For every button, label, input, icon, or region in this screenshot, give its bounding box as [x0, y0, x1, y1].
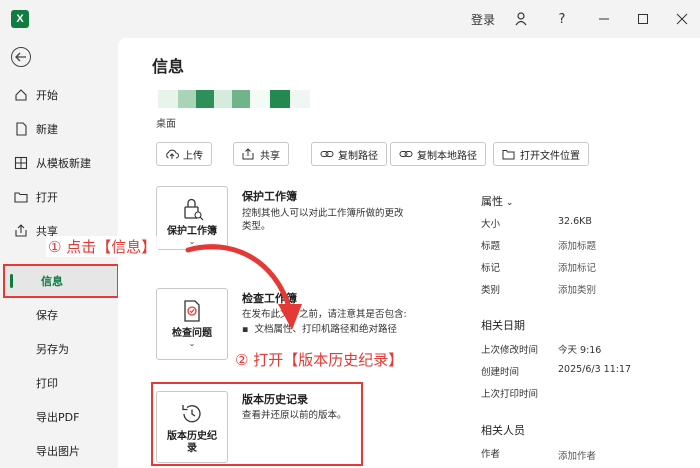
chevron-down-icon: ⌄	[188, 237, 196, 246]
share-icon	[242, 148, 256, 160]
inspect-bullet: ▪ 文档属性、打印机路径和绝对路径	[242, 323, 397, 336]
folder-icon	[502, 148, 516, 160]
file-location: 桌面	[156, 119, 176, 130]
sidebar-item-print[interactable]: 打印	[0, 368, 118, 398]
sidebar-item-label: 导出PDF	[36, 411, 80, 424]
prop-key-title: 标题	[481, 241, 501, 252]
prop-key-category: 类别	[481, 285, 501, 296]
open-file-location-button[interactable]: 打开文件位置	[493, 142, 589, 166]
sidebar-item-export-pdf[interactable]: 导出PDF	[0, 402, 118, 432]
sidebar-item-save[interactable]: 保存	[0, 300, 118, 330]
inspect-bullet-text: 文档属性、打印机路径和绝对路径	[254, 324, 397, 335]
people-value-author[interactable]: 添加作者	[558, 448, 596, 462]
active-indicator	[10, 274, 13, 288]
date-value-created: 2025/6/3 11:17	[558, 364, 632, 375]
date-key-modified: 上次修改时间	[481, 345, 539, 356]
sidebar-item-home[interactable]: 开始	[0, 80, 118, 110]
folder-icon	[14, 190, 28, 204]
prop-key-size: 大小	[481, 219, 501, 230]
sidebar-item-save-as[interactable]: 另存为	[0, 334, 118, 364]
login-button[interactable]: 登录	[471, 11, 495, 28]
back-arrow-icon	[15, 52, 26, 62]
title-bar: X 登录 ?	[0, 0, 700, 38]
properties-title: 属性	[481, 195, 503, 208]
date-key-printed: 上次打印时间	[481, 389, 539, 400]
prop-key-tags: 标记	[481, 263, 501, 274]
annotation-box-version-history	[151, 382, 363, 466]
share-icon	[14, 224, 28, 238]
chevron-down-icon: ⌄	[503, 198, 514, 208]
protect-workbook-button[interactable]: 保护工作簿 ⌄	[156, 186, 228, 250]
sidebar-item-export-image[interactable]: 导出图片	[0, 436, 118, 466]
prop-value-title[interactable]: 添加标题	[558, 238, 596, 252]
protect-title: 保护工作簿	[242, 190, 297, 203]
related-people-title: 相关人员	[481, 424, 525, 437]
open-file-location-label: 打开文件位置	[520, 150, 580, 162]
prop-value-tags[interactable]: 添加标记	[558, 260, 596, 274]
annotation-step2: ② 打开【版本历史纪录】	[233, 349, 406, 370]
sidebar-item-label: 开始	[36, 89, 58, 102]
sidebar-item-label: 信息	[41, 275, 63, 288]
related-dates-title: 相关日期	[481, 319, 525, 332]
properties-dropdown[interactable]: 属性 ⌄	[481, 193, 513, 209]
share-label: 共享	[260, 150, 280, 162]
share-button[interactable]: 共享	[233, 142, 289, 166]
excel-app-icon: X	[11, 10, 29, 28]
inspect-document-icon	[184, 300, 200, 322]
sidebar-item-info[interactable]: 信息	[3, 264, 119, 298]
page-title: 信息	[152, 57, 185, 76]
minimize-button[interactable]	[593, 8, 615, 30]
sidebar-item-label: 打印	[36, 377, 58, 390]
sidebar-item-label: 导出图片	[36, 445, 80, 458]
protect-desc-2: 类型。	[242, 221, 271, 232]
sidebar-item-label: 保存	[36, 309, 58, 322]
date-value-modified: 今天 9:16	[558, 345, 602, 356]
prop-value-size: 32.6KB	[558, 216, 592, 227]
cloud-upload-icon	[165, 148, 179, 160]
template-icon	[14, 156, 28, 170]
inspect-desc: 在发布此文件之前，请注意其是否包含:	[242, 309, 407, 320]
annotation-step1: ① 点击【信息】	[46, 236, 159, 257]
maximize-button[interactable]	[632, 8, 654, 30]
sidebar-item-new-from-template[interactable]: 从模板新建	[0, 148, 118, 178]
inspect-title: 检查工作簿	[242, 292, 297, 305]
sidebar-item-label: 新建	[36, 123, 58, 136]
bullet-icon: ▪	[242, 324, 255, 335]
sidebar-item-open[interactable]: 打开	[0, 182, 118, 212]
copy-path-button[interactable]: 复制路径	[311, 142, 387, 166]
sidebar-item-new[interactable]: 新建	[0, 114, 118, 144]
upload-label: 上传	[183, 150, 203, 162]
copy-local-path-button[interactable]: 复制本地路径	[390, 142, 486, 166]
copy-local-path-label: 复制本地路径	[417, 150, 477, 162]
date-key-created: 创建时间	[481, 367, 520, 378]
inspect-issues-button[interactable]: 检查问题 ⌄	[156, 288, 228, 360]
sidebar-item-label: 另存为	[36, 343, 69, 356]
people-icon[interactable]	[511, 8, 533, 30]
back-button[interactable]	[11, 47, 31, 67]
link-icon	[320, 148, 334, 160]
home-icon	[14, 88, 28, 102]
help-button[interactable]: ?	[551, 8, 573, 30]
copy-path-label: 复制路径	[338, 150, 378, 162]
close-button[interactable]	[671, 8, 693, 30]
sidebar-item-label: 打开	[36, 191, 58, 204]
people-key-author: 作者	[481, 449, 501, 460]
protect-desc-1: 控制其他人可以对此工作簿所做的更改	[242, 208, 404, 219]
chevron-down-icon: ⌄	[188, 339, 196, 348]
sidebar-item-label: 从模板新建	[36, 157, 91, 170]
link-icon	[399, 148, 413, 160]
upload-button[interactable]: 上传	[156, 142, 212, 166]
lock-icon	[184, 198, 204, 221]
prop-value-category[interactable]: 添加类别	[558, 282, 596, 296]
new-doc-icon	[14, 122, 28, 136]
